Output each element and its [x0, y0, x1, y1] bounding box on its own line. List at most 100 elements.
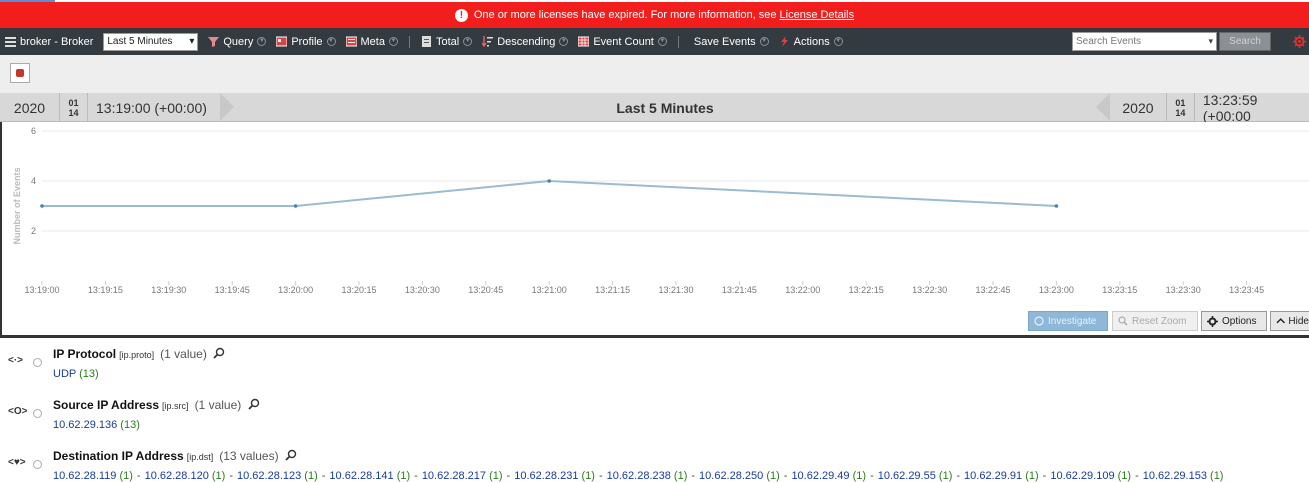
range-end[interactable]: 2020 01 14 13:23:59 (+00:00 — [1110, 92, 1309, 124]
chart-options-button[interactable]: Options — [1201, 311, 1267, 331]
meta-icon — [345, 36, 357, 47]
meta-group-destination-ip: <♥> Destination IP Address [ip.dst] (13 va… — [0, 446, 1309, 482]
x-tick-label: 13:20:00 — [278, 285, 313, 295]
meta-value[interactable]: 10.62.29.109 — [1050, 470, 1114, 482]
magnifier-icon[interactable] — [285, 449, 297, 461]
value-separator: - — [598, 470, 603, 482]
meta-count: (1 value) — [194, 398, 242, 412]
meta-value[interactable]: 10.62.28.217 — [422, 470, 486, 482]
reset-zoom-button[interactable]: Reset Zoom — [1112, 311, 1198, 331]
meta-value[interactable]: 10.62.28.141 — [329, 470, 393, 482]
x-tick-label: 13:19:30 — [151, 285, 186, 295]
license-details-link[interactable]: License Details — [780, 9, 855, 21]
meta-value[interactable]: 10.62.28.238 — [607, 470, 671, 482]
data-point — [40, 204, 44, 208]
options-label: Options — [1222, 315, 1257, 327]
meta-value-count: (1) — [763, 470, 780, 482]
x-tick-label: 13:19:15 — [88, 285, 123, 295]
meta-value[interactable]: 10.62.29.153 — [1143, 470, 1207, 482]
device-label: broker - Broker — [20, 35, 94, 48]
meta-value[interactable]: UDP — [53, 368, 76, 380]
meta-title[interactable]: Source IP Address [ip.src] (1 value) — [53, 398, 260, 412]
value-separator: - — [321, 470, 326, 482]
end-month: 01 — [1175, 97, 1186, 108]
meta-value-count: (1) — [116, 470, 133, 482]
save-events-menu[interactable]: Save Events ▼ — [689, 28, 774, 55]
profile-menu[interactable]: Profile ▼ — [271, 28, 340, 55]
sort-order-menu[interactable]: Descending ▼ — [477, 28, 573, 55]
magnifier-icon[interactable] — [247, 398, 260, 410]
magnifier-icon[interactable] — [213, 347, 225, 359]
source-ip-icon: <O> — [8, 406, 28, 417]
total-menu[interactable]: Total ▼ — [416, 28, 477, 55]
x-tick-label: 13:19:00 — [24, 285, 59, 295]
stop-icon — [16, 69, 24, 77]
meta-value-count: (1) — [1114, 470, 1132, 482]
events-timeline-chart[interactable]: 2 4 6 13:19:00 13:19:15 13:19:30 13:19:45 13:20… — [0, 122, 1309, 336]
expand-toggle[interactable] — [33, 358, 42, 367]
start-day: 14 — [68, 107, 79, 118]
stop-button[interactable] — [10, 63, 30, 83]
time-range-select[interactable]: Last 5 Minutes ▾ — [103, 32, 199, 51]
chevron-down-icon: ▼ — [657, 37, 667, 46]
expand-toggle[interactable] — [33, 409, 42, 418]
search-button[interactable]: Search — [1219, 32, 1271, 51]
device-selector[interactable]: broker - Broker — [0, 28, 98, 55]
x-tick-label: 13:22:45 — [975, 285, 1010, 295]
meta-key: [ip.dst] — [186, 452, 214, 462]
meta-value[interactable]: 10.62.28.119 — [53, 470, 116, 482]
alert-icon: ! — [454, 8, 468, 22]
meta-value[interactable]: 10.62.28.231 — [514, 470, 578, 482]
toolbar-divider — [408, 35, 410, 48]
meta-value-count: (1) — [208, 470, 226, 482]
range-end-arrow — [1096, 93, 1110, 121]
protocol-icon: <·> — [8, 355, 24, 366]
chevron-down-icon: ▼ — [559, 37, 569, 46]
search-placeholder: Search Events — [1076, 36, 1142, 47]
investigate-icon — [1034, 316, 1044, 326]
toolbar-divider — [677, 35, 679, 48]
search-events-input[interactable]: Search Events ▾ — [1072, 32, 1217, 51]
series-line — [42, 179, 1057, 207]
chevron-down-icon: ▼ — [759, 37, 769, 46]
meta-value[interactable]: 10.62.29.91 — [964, 470, 1022, 482]
meta-count: (13 values) — [219, 449, 279, 463]
meta-menu[interactable]: Meta ▼ — [341, 28, 403, 55]
meta-value[interactable]: 10.62.29.49 — [791, 470, 849, 482]
settings-gear-icon[interactable] — [1293, 35, 1306, 48]
expand-toggle[interactable] — [33, 460, 42, 469]
hide-chart-button[interactable]: Hide — [1270, 311, 1309, 331]
start-time: 13:19:00 (+00:00) — [96, 99, 207, 116]
alert-message: One or more licenses have expired. For m… — [473, 9, 777, 21]
meta-title[interactable]: IP Protocol [ip.proto] (1 value) — [53, 347, 225, 361]
value-separator: - — [783, 470, 788, 482]
meta-value[interactable]: 10.62.29.55 — [878, 470, 936, 482]
meta-group-ip-protocol: <·> IP Protocol [ip.proto] (1 value) UDP (… — [0, 344, 1309, 388]
meta-group-source-ip: <O> Source IP Address [ip.src] (1 value) 1… — [0, 395, 1309, 439]
start-year: 2020 — [0, 93, 60, 122]
meta-value[interactable]: 10.62.29.136 — [53, 419, 117, 431]
hide-label: Hide — [1288, 315, 1309, 327]
range-start[interactable]: 2020 01 14 13:19:00 (+00:00) — [0, 93, 207, 122]
meta-key: [ip.proto] — [119, 350, 155, 360]
meta-value[interactable]: 10.62.28.250 — [699, 470, 763, 482]
meta-value-count: (1) — [301, 470, 318, 482]
meta-value[interactable]: 10.62.28.120 — [145, 470, 209, 482]
actions-menu[interactable]: Actions ▼ — [774, 28, 848, 55]
value-separator: - — [1135, 470, 1139, 482]
events-line-chart[interactable]: 2 4 6 13:19:00 13:19:15 13:19:30 13:19:45 13:20… — [2, 122, 1309, 334]
meta-value[interactable]: 10.62.28.123 — [237, 470, 301, 482]
meta-title[interactable]: Destination IP Address [ip.dst] (13 values… — [53, 449, 297, 463]
end-month-day: 01 14 — [1167, 93, 1195, 122]
meta-key: [ip.src] — [162, 401, 189, 411]
x-tick-label: 13:22:15 — [849, 285, 884, 295]
x-tick-label: 13:19:45 — [215, 285, 250, 295]
x-tick-label: 13:22:00 — [785, 285, 820, 295]
event-count-menu[interactable]: Event Count ▼ — [573, 28, 672, 55]
query-menu[interactable]: Query ▼ — [203, 28, 271, 55]
start-month: 01 — [68, 97, 79, 108]
meta-value-count: (1) — [935, 470, 953, 482]
meta-value-count: (1) — [393, 470, 411, 482]
investigate-button[interactable]: Investigate — [1028, 311, 1108, 331]
value-separator: - — [506, 470, 511, 482]
